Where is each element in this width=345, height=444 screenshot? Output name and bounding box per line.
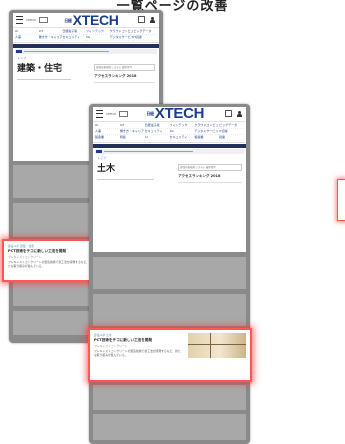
placeholder-block	[93, 294, 246, 326]
search-icon[interactable]	[138, 16, 145, 23]
breadcrumb[interactable]: トップ	[17, 56, 155, 60]
article-body: プレキャストコンクリートの製造技術で新工法を開発するなど、新たな取り組みが進んで…	[8, 260, 92, 268]
article-body: プレキャストコンクリートの製造技術で新工法を開発するなど、新たな取り組みが進んで…	[94, 349, 181, 357]
notice-bar[interactable]	[15, 49, 157, 54]
nav-item[interactable]: デジタルサービス	[109, 35, 134, 41]
section-title: 建築・住宅	[17, 64, 63, 74]
section-title: 土木	[97, 164, 116, 174]
user-icon[interactable]	[150, 16, 155, 23]
xtech-logo[interactable]: 日経XTECH	[64, 13, 119, 28]
nav-item[interactable]: 建築	[219, 135, 244, 141]
grid-icon[interactable]	[119, 111, 129, 117]
menu-icon[interactable]	[96, 110, 103, 118]
nav-item[interactable]: セキュリティ	[169, 135, 195, 141]
grid-icon[interactable]	[39, 17, 49, 23]
top-bar: CHECK 日経XTECH	[93, 107, 246, 122]
highlighted-article-card[interactable]: 建設ルポ 土木 PCT技術をテコに新しい工法を開発 プレキャストコンクリート プ…	[90, 330, 250, 380]
search-icon[interactable]	[225, 110, 232, 117]
divider	[178, 182, 242, 183]
placeholder-block	[93, 385, 246, 410]
breadcrumb[interactable]: トップ	[97, 156, 242, 160]
front-page-view: CHECK 日経XTECH AI IoT 日経電子版 フィンテック クラウドコン…	[93, 107, 246, 252]
placeholder-block	[93, 414, 246, 440]
article-meta: 建設ルポ 建築・住宅	[8, 244, 35, 248]
menu-icon[interactable]	[16, 16, 23, 24]
nav-item[interactable]: 5G	[85, 35, 110, 41]
divider	[97, 179, 154, 180]
app-label: CHECK	[26, 18, 37, 22]
sidebar-heading: アクセスランキング 2018	[178, 174, 221, 178]
nav-item[interactable]: AI	[144, 135, 170, 141]
placeholder-block	[93, 257, 246, 289]
logo-main: XTECH	[154, 107, 205, 122]
logo-main: XTECH	[72, 13, 119, 28]
section-header: 建築・住宅 建設技術検索システム 検索条件 アクセスランキング 2018	[13, 64, 159, 83]
top-bar: CHECK 日経XTECH	[13, 13, 159, 28]
nav-item[interactable]: 製造業	[95, 135, 120, 141]
sidebar-search-box[interactable]: 建設技術検索システム 検索条件	[178, 164, 242, 171]
nav-item[interactable]: IT資産	[133, 35, 157, 41]
article-thumbnail[interactable]	[188, 333, 246, 358]
offscreen-highlight-fragment	[338, 180, 345, 220]
nav-item[interactable]: 製造業	[194, 135, 220, 141]
nav-item[interactable]: セキュリティ	[62, 35, 86, 41]
nav-item[interactable]: 特集	[119, 135, 145, 141]
sidebar-search-box[interactable]: 建設技術検索システム 検索条件	[94, 64, 155, 71]
section-header: 土木 建設技術検索システム 検索条件 アクセスランキング 2018	[93, 164, 246, 183]
article-subtitle: プレキャストコンクリート	[8, 255, 42, 259]
app-label: CHECK	[106, 112, 117, 116]
front-page-mockup: CHECK 日経XTECH AI IoT 日経電子版 フィンテック クラウドコン…	[89, 104, 250, 444]
nav-item[interactable]: 働き方・キャリア	[38, 35, 63, 41]
article-headline[interactable]: PCT技術をテコに新しい工法を開発	[8, 249, 92, 254]
nav-grid: AI IoT 日経電子版 フィンテック クラウドコンピュータ ビッグデータ 人事…	[13, 28, 159, 43]
highlighted-article-card[interactable]: 建設ルポ 建築・住宅 PCT技術をテコに新しい工法を開発 プレキャストコンクリー…	[4, 241, 96, 280]
divider	[94, 82, 155, 83]
category-nav-bar[interactable]	[13, 44, 159, 48]
logo-prefix: 日経	[64, 18, 72, 24]
xtech-logo[interactable]: 日経XTECH	[146, 107, 204, 122]
divider	[17, 79, 72, 80]
sidebar-heading: アクセスランキング 2018	[94, 74, 137, 78]
user-icon[interactable]	[237, 110, 242, 117]
logo-prefix: 日経	[146, 111, 154, 117]
nav-item[interactable]: 人事	[15, 35, 39, 41]
nav-grid: AI IoT 日経電子版 フィンテック クラウドコンピュータ ビッグデータ 人事…	[93, 122, 246, 143]
category-nav-bar[interactable]	[93, 144, 246, 148]
notice-bar[interactable]	[95, 149, 244, 154]
